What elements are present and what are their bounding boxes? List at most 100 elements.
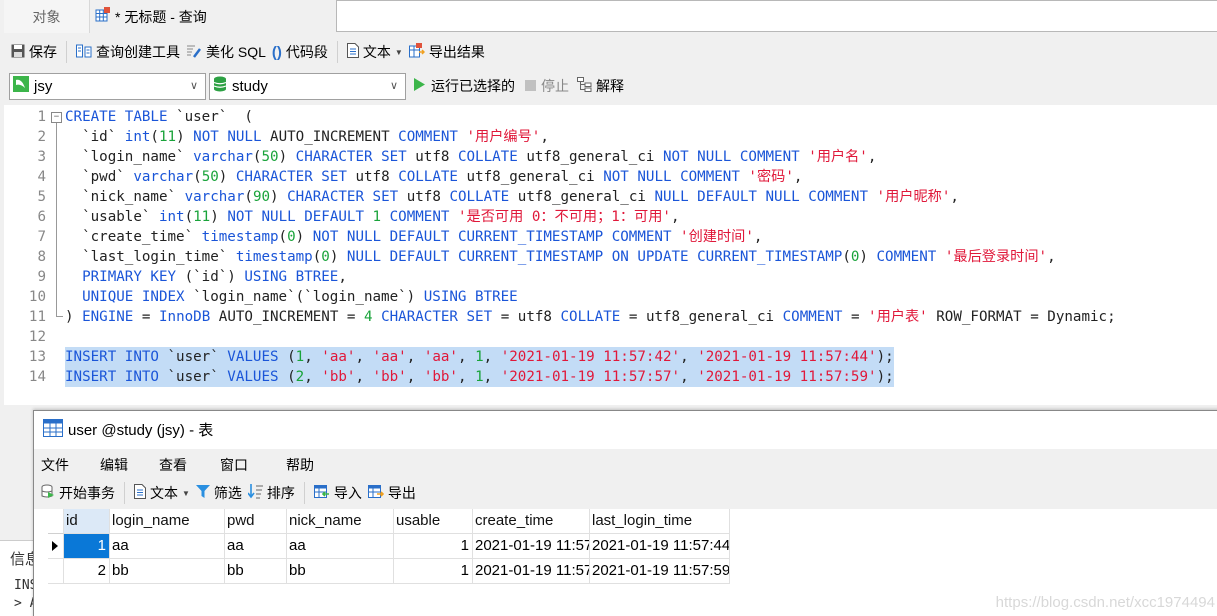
menu-help[interactable]: 帮助 bbox=[286, 455, 314, 475]
code-line[interactable]: 9 PRIMARY KEY (`id`) USING BTREE, bbox=[4, 267, 1217, 287]
menu-window[interactable]: 窗口 bbox=[220, 455, 248, 475]
code-text: `pwd` varchar(50) CHARACTER SET utf8 COL… bbox=[65, 167, 802, 187]
code-token-kw: COMMENT bbox=[398, 129, 467, 145]
cell-last-login-time[interactable]: 2021-01-19 11:57:59 bbox=[590, 559, 730, 584]
code-token-str: 'bb' bbox=[372, 369, 407, 385]
code-line[interactable]: 14 INSERT INTO `user` VALUES (2, 'bb', 'b… bbox=[4, 367, 1217, 387]
code-token-op: ( bbox=[312, 249, 322, 265]
code-token-kw: USING BTREE bbox=[423, 289, 518, 305]
row-indicator[interactable] bbox=[48, 534, 64, 559]
code-token-op: , bbox=[950, 189, 959, 205]
cell-id[interactable]: 2 bbox=[64, 559, 110, 584]
row-indicator[interactable] bbox=[48, 559, 64, 584]
table-row[interactable]: 1 aa aa aa 1 2021-01-19 11:57:42 2021-01… bbox=[48, 534, 730, 559]
code-token-id: utf8_general_ci bbox=[645, 309, 783, 325]
cell-login-name[interactable]: bb bbox=[110, 559, 225, 584]
database-select-value: study bbox=[232, 77, 268, 95]
code-token-op: , bbox=[457, 369, 476, 385]
code-line[interactable]: 11) ENGINE = InnoDB AUTO_INCREMENT = 4 C… bbox=[4, 307, 1217, 327]
line-number: 6 bbox=[37, 209, 46, 225]
toolbar-divider bbox=[336, 41, 338, 63]
stop-button[interactable]: 停止 bbox=[525, 76, 569, 96]
query-builder-label: 查询创建工具 bbox=[96, 44, 180, 60]
column-header-id[interactable]: id bbox=[64, 509, 110, 534]
code-line[interactable]: 12 bbox=[4, 327, 1217, 347]
code-token-op: , bbox=[355, 349, 373, 365]
code-line[interactable]: 1− CREATE TABLE `user` ( bbox=[4, 107, 1217, 127]
code-token-num: 0 bbox=[287, 229, 296, 245]
code-token-kw: NULL DEFAULT NULL COMMENT bbox=[654, 189, 877, 205]
column-header-nick-name[interactable]: nick_name bbox=[287, 509, 394, 534]
menu-file[interactable]: 文件 bbox=[41, 455, 69, 475]
code-token-op: , bbox=[406, 349, 424, 365]
table-window-toolbar: 开始事务 文本 ▼ 筛选 排序 导入 导出 bbox=[34, 479, 419, 507]
code-line[interactable]: 6 `usable` int(11) NOT NULL DEFAULT 1 CO… bbox=[4, 207, 1217, 227]
code-snippet-button[interactable]: () 代码段 bbox=[269, 39, 331, 65]
cell-pwd[interactable]: aa bbox=[225, 534, 287, 559]
beautify-sql-button[interactable]: 美化 SQL bbox=[183, 39, 269, 65]
filter-button[interactable]: 筛选 bbox=[193, 480, 245, 506]
code-token-str: '是否可用 0：不可用；1：可用' bbox=[457, 209, 671, 225]
stop-label: 停止 bbox=[541, 78, 569, 94]
cell-create-time[interactable]: 2021-01-19 11:57:57 bbox=[473, 559, 590, 584]
menu-edit[interactable]: 编辑 bbox=[100, 455, 128, 475]
code-token-op: , bbox=[457, 349, 476, 365]
text-mode-button[interactable]: 文本 ▼ bbox=[344, 39, 406, 65]
sort-button[interactable]: 排序 bbox=[245, 480, 298, 506]
code-line[interactable]: 7 `create_time` timestamp(0) NOT NULL DE… bbox=[4, 227, 1217, 247]
code-line[interactable]: 4 `pwd` varchar(50) CHARACTER SET utf8 C… bbox=[4, 167, 1217, 187]
menu-view[interactable]: 查看 bbox=[159, 455, 187, 475]
export-button[interactable]: 导出 bbox=[365, 480, 419, 506]
toolbar-divider bbox=[66, 41, 67, 63]
column-header-create-time[interactable]: create_time bbox=[473, 509, 590, 534]
cell-login-name[interactable]: aa bbox=[110, 534, 225, 559]
sql-editor[interactable]: 1− CREATE TABLE `user` (2 `id` int(11) NO… bbox=[4, 105, 1217, 405]
code-token-num: 0 bbox=[321, 249, 330, 265]
line-number: 4 bbox=[37, 169, 46, 185]
code-token-op: = bbox=[141, 309, 159, 325]
code-text: UNIQUE INDEX `login_name`(`login_name`) … bbox=[65, 287, 518, 307]
explain-button[interactable]: 解释 bbox=[577, 76, 624, 96]
code-token-op: , bbox=[540, 129, 549, 145]
cell-nick-name[interactable]: bb bbox=[287, 559, 394, 584]
cell-usable[interactable]: 1 bbox=[394, 534, 473, 559]
table-row[interactable]: 2 bb bb bb 1 2021-01-19 11:57:57 2021-01… bbox=[48, 559, 730, 584]
line-number: 3 bbox=[37, 149, 46, 165]
query-builder-button[interactable]: 查询创建工具 bbox=[73, 39, 183, 65]
fold-collapse-icon[interactable]: − bbox=[51, 112, 62, 123]
code-token-op: ( bbox=[244, 189, 253, 205]
text-view-button[interactable]: 文本 ▼ bbox=[131, 480, 193, 506]
column-header-last-login-time[interactable]: last_login_time bbox=[590, 509, 730, 534]
code-line[interactable]: 10 UNIQUE INDEX `login_name`(`login_name… bbox=[4, 287, 1217, 307]
code-token-id: ROW_FORMAT = Dynamic; bbox=[936, 309, 1116, 325]
cell-id[interactable]: 1 bbox=[64, 534, 110, 559]
cell-pwd[interactable]: bb bbox=[225, 559, 287, 584]
run-selected-button[interactable]: 运行已选择的 bbox=[414, 76, 515, 96]
tab-strip-empty bbox=[336, 0, 1217, 32]
cell-last-login-time[interactable]: 2021-01-19 11:57:44 bbox=[590, 534, 730, 559]
tab-objects[interactable]: 对象 bbox=[4, 0, 90, 33]
code-line[interactable]: 5 `nick_name` varchar(90) CHARACTER SET … bbox=[4, 187, 1217, 207]
save-button[interactable]: 保存 bbox=[8, 39, 60, 65]
connection-select[interactable]: jsy ∨ bbox=[9, 72, 206, 100]
code-token-op: ) bbox=[278, 149, 296, 165]
import-button[interactable]: 导入 bbox=[311, 480, 365, 506]
code-line[interactable]: 8 `last_login_time` timestamp(0) NULL DE… bbox=[4, 247, 1217, 267]
cell-nick-name[interactable]: aa bbox=[287, 534, 394, 559]
tab-query[interactable]: * 无标题 - 查询 bbox=[91, 0, 336, 33]
column-header-pwd[interactable]: pwd bbox=[225, 509, 287, 534]
code-line[interactable]: 13 INSERT INTO `user` VALUES (1, 'aa', 'a… bbox=[4, 347, 1217, 367]
cell-usable[interactable]: 1 bbox=[394, 559, 473, 584]
code-line[interactable]: 3 `login_name` varchar(50) CHARACTER SET… bbox=[4, 147, 1217, 167]
export-result-button[interactable]: 导出结果 bbox=[406, 39, 488, 65]
code-text: ) ENGINE = InnoDB AUTO_INCREMENT = 4 CHA… bbox=[65, 307, 1116, 327]
database-select[interactable]: study ∨ bbox=[209, 72, 406, 100]
column-header-login-name[interactable]: login_name bbox=[110, 509, 225, 534]
table-window-titlebar[interactable]: user @study (jsy) - 表 bbox=[34, 411, 1217, 448]
code-token-op: , bbox=[867, 149, 877, 165]
export-result-icon bbox=[408, 43, 425, 61]
column-header-usable[interactable]: usable bbox=[394, 509, 473, 534]
code-line[interactable]: 2 `id` int(11) NOT NULL AUTO_INCREMENT C… bbox=[4, 127, 1217, 147]
cell-create-time[interactable]: 2021-01-19 11:57:42 bbox=[473, 534, 590, 559]
begin-transaction-button[interactable]: 开始事务 bbox=[38, 480, 118, 506]
